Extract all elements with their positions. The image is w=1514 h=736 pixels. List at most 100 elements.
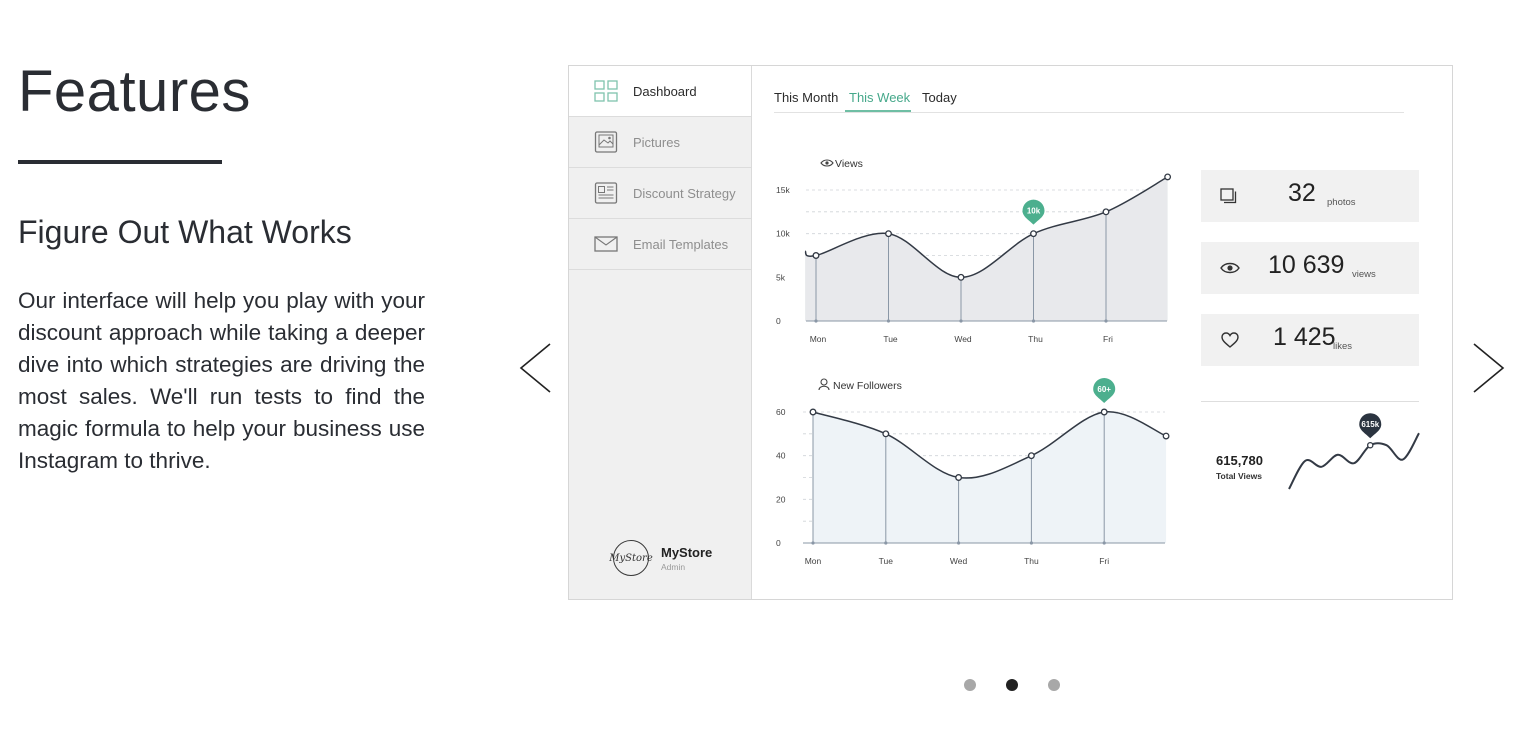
carousel-dots [964, 679, 1060, 691]
chevron-right-icon [1473, 343, 1505, 393]
section-subtitle: Figure Out What Works [18, 214, 352, 250]
eye-icon-pupil [825, 161, 829, 165]
followers-x-label: Wed [950, 556, 968, 566]
followers-base-dot [1029, 541, 1033, 545]
newspaper-icon [594, 182, 618, 204]
active-tab-indicator [845, 110, 911, 112]
photos-icon [1220, 188, 1237, 204]
followers-chart: New Followers 0 20 40 60 Mon Tue Wed Thu Fri 60+ [776, 378, 1170, 566]
views-base-dot [1104, 319, 1108, 323]
sparkline-point [1367, 441, 1374, 449]
tab-this-month[interactable]: This Month [774, 90, 838, 105]
grid-icon [594, 80, 618, 102]
views-point [885, 230, 892, 238]
followers-point [1027, 452, 1035, 460]
views-x-label: Thu [1028, 334, 1043, 344]
carousel-next-button[interactable] [1470, 338, 1514, 398]
views-x-label: Fri [1103, 334, 1113, 344]
views-base-dot [814, 319, 818, 323]
store-logo: MyStore [609, 540, 653, 576]
views-x-label: Mon [810, 334, 827, 344]
views-y-tick: 10k [776, 229, 790, 239]
followers-base-dot [884, 541, 888, 545]
followers-x-label: Mon [805, 556, 822, 566]
stat-card-likes: 1 425 likes [1201, 314, 1419, 366]
section-body: Our interface will help you play with yo… [18, 288, 425, 473]
store-name: MyStore [661, 544, 713, 560]
heart-icon [1221, 332, 1239, 348]
views-point [812, 252, 820, 259]
tab-this-week[interactable]: This Week [849, 90, 910, 105]
views-y-tick: 0 [776, 316, 781, 326]
sparkline-line [1288, 432, 1420, 490]
followers-base-dot [811, 541, 815, 545]
followers-point [882, 430, 890, 438]
total-views-value: 615,780 [1216, 453, 1263, 468]
sidebar-item-discount-strategy[interactable]: Discount Strategy [569, 168, 751, 219]
stat-unit: photos [1327, 197, 1356, 208]
carousel-dot-2[interactable] [1006, 679, 1018, 691]
followers-area [813, 411, 1167, 543]
followers-y-tick: 60 [776, 407, 786, 417]
followers-highlight-label: 60+ [1097, 385, 1111, 394]
sidebar-item-label: Discount Strategy [633, 185, 736, 201]
followers-y-tick: 20 [776, 494, 786, 504]
stat-card-views: 10 639 views [1201, 242, 1419, 294]
total-views-label: Total Views [1216, 471, 1262, 481]
total-views-sparkline: 615k [1288, 413, 1420, 490]
views-point [1164, 173, 1172, 181]
followers-base-dot [1102, 541, 1106, 545]
views-x-label: Tue [883, 334, 898, 344]
views-y-tick: 15k [776, 185, 790, 195]
picture-icon [594, 131, 618, 153]
sidebar-item-email-templates[interactable]: Email Templates [569, 219, 751, 270]
followers-point [809, 408, 817, 416]
views-base-dot [959, 319, 963, 323]
followers-y-tick: 40 [776, 451, 786, 461]
section-title: Features [18, 59, 251, 124]
followers-point [955, 474, 963, 481]
views-point [1102, 208, 1110, 216]
stat-value: 32 [1288, 179, 1316, 207]
charts-area: Views 0 5k 10k 15k Mon Tue Wed Thu Fri 10k New Fol… [776, 158, 1172, 566]
views-base-dot [886, 319, 891, 323]
eye-icon [1220, 262, 1240, 274]
followers-base-dot [957, 541, 961, 545]
followers-title: New Followers [833, 380, 902, 392]
sidebar-item-label: Email Templates [633, 236, 729, 252]
dashboard-sidebar: Dashboard Pictures Discount Strategy Ema… [569, 66, 752, 599]
carousel-dot-3[interactable] [1048, 679, 1060, 691]
stat-card-photos: 32 photos [1201, 170, 1419, 222]
stat-value: 10 639 [1268, 251, 1345, 279]
store-account[interactable]: MyStore MyStore Admin [609, 540, 713, 576]
views-point [1030, 230, 1037, 238]
sparkline-highlight-label: 615k [1361, 420, 1379, 429]
views-area [805, 176, 1168, 321]
views-y-tick: 5k [776, 272, 786, 282]
followers-y-tick: 0 [776, 538, 781, 548]
stats-divider [1201, 401, 1419, 402]
dashboard-mockup: Dashboard Pictures Discount Strategy Ema… [568, 65, 1453, 600]
sidebar-item-pictures[interactable]: Pictures [569, 117, 751, 168]
followers-x-label: Tue [879, 556, 894, 566]
stat-value: 1 425 [1273, 323, 1336, 351]
followers-point [1162, 432, 1170, 440]
sidebar-item-label: Dashboard [633, 83, 697, 99]
views-x-label: Wed [954, 334, 972, 344]
views-highlight-label: 10k [1027, 207, 1041, 216]
sidebar-item-dashboard[interactable]: Dashboard [569, 66, 751, 117]
carousel-dot-1[interactable] [964, 679, 976, 691]
views-chart: Views 0 5k 10k 15k Mon Tue Wed Thu Fri 10k [776, 158, 1172, 344]
user-icon [820, 378, 828, 386]
views-point [957, 273, 965, 281]
stat-unit: views [1352, 269, 1376, 280]
views-title: Views [835, 158, 863, 170]
period-tabs: This Month This Week Today [774, 86, 1404, 113]
carousel-prev-button[interactable] [510, 338, 554, 398]
sidebar-item-label: Pictures [633, 134, 680, 150]
user-icon-body [818, 385, 830, 391]
title-underline [18, 160, 222, 164]
envelope-icon [594, 236, 618, 252]
tab-today[interactable]: Today [922, 90, 957, 105]
followers-x-label: Thu [1024, 556, 1039, 566]
